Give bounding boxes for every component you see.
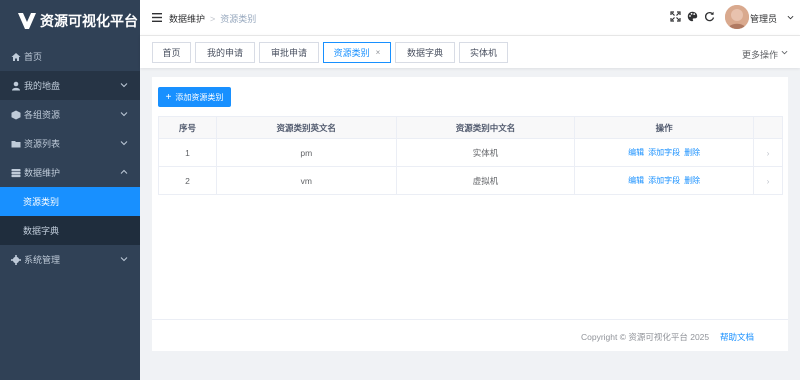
table-row: 2 vm 虚拟机 编辑 添加字段 删除 › <box>158 166 783 195</box>
sidebar-item-data-maintenance[interactable]: 数据维护 <box>0 158 140 187</box>
column-header: 序号 <box>158 116 217 139</box>
delete-link[interactable]: 删除 <box>684 176 700 185</box>
user-icon <box>12 81 20 90</box>
cell-english-name: vm <box>215 166 397 195</box>
column-header: 资源类别中文名 <box>395 116 576 139</box>
copyright-text: Copyright © 资源可视化平台 2025 <box>581 332 710 342</box>
tag-resource-category[interactable]: 资源类别 × <box>323 42 391 63</box>
column-header: 资源类别英文名 <box>215 116 397 139</box>
add-button-label: 添加资源类别 <box>175 92 224 102</box>
row-expand-icon[interactable]: › <box>753 166 783 195</box>
sidebar-item-home[interactable]: 首页 <box>0 42 140 71</box>
tag-physical-machine[interactable]: 实体机 <box>459 42 508 63</box>
chevron-down-icon[interactable] <box>781 49 788 56</box>
database-icon <box>11 168 21 177</box>
navbar-actions <box>670 11 715 22</box>
sidebar-item-label: 数据维护 <box>24 168 61 178</box>
tag-label: 资源类别 <box>333 48 370 58</box>
column-header: 操作 <box>574 116 755 139</box>
fullscreen-icon[interactable] <box>670 11 681 22</box>
add-field-link[interactable]: 添加字段 <box>648 176 680 185</box>
chevron-down-icon <box>120 141 128 146</box>
sidebar-item-system-management[interactable]: 系统管理 <box>0 245 140 274</box>
tag-label: 实体机 <box>469 48 497 58</box>
sidebar-item-my-space[interactable]: 我的地盘 <box>0 71 140 100</box>
avatar-image <box>725 5 749 29</box>
tag-close-icon[interactable]: × <box>376 48 381 57</box>
footer: Copyright © 资源可视化平台 2025 帮助文档 <box>152 319 788 351</box>
tag-label: 数据字典 <box>406 48 443 58</box>
cell-actions: 编辑 添加字段 删除 <box>574 166 755 195</box>
tag-my-applications[interactable]: 我的申请 <box>195 42 255 63</box>
home-icon <box>11 52 21 61</box>
column-header-empty <box>753 116 783 139</box>
cell-english-name: pm <box>215 138 397 167</box>
submenu-data-maintenance: 资源类别 数据字典 <box>0 187 140 245</box>
sidebar-item-resource-list[interactable]: 资源列表 <box>0 129 140 158</box>
table-row: 1 pm 实体机 编辑 添加字段 删除 › <box>158 138 783 167</box>
sidebar-item-label: 各组资源 <box>24 110 61 120</box>
cell-actions: 编辑 添加字段 删除 <box>574 138 755 167</box>
chevron-down-icon <box>120 112 128 117</box>
tag-data-dictionary[interactable]: 数据字典 <box>395 42 455 63</box>
logo[interactable]: 资源可视化平台 <box>0 0 140 42</box>
palette-icon[interactable] <box>687 11 698 22</box>
help-docs-link[interactable]: 帮助文档 <box>720 331 754 343</box>
cell-index: 1 <box>158 138 217 167</box>
edit-link[interactable]: 编辑 <box>628 176 644 185</box>
table-header-row: 序号 资源类别英文名 资源类别中文名 操作 <box>158 116 783 139</box>
chevron-down-icon <box>120 257 128 262</box>
gear-icon <box>11 254 21 265</box>
tag-home[interactable]: 首页 <box>152 42 191 63</box>
sidebar-subitem-label: 数据字典 <box>23 226 60 236</box>
edit-link[interactable]: 编辑 <box>628 148 644 157</box>
navbar: 数据维护 > 资源类别 管理员 <box>140 0 800 35</box>
plus-icon: + <box>165 91 172 103</box>
tag-approval-applications[interactable]: 审批申请 <box>259 42 319 63</box>
sidebar-item-label: 系统管理 <box>24 255 61 265</box>
avatar[interactable] <box>725 5 749 29</box>
sidebar-item-group-resources[interactable]: 各组资源 <box>0 100 140 129</box>
tag-label: 我的申请 <box>206 48 243 58</box>
breadcrumb-item[interactable]: 数据维护 <box>169 14 205 24</box>
more-operations[interactable]: 更多操作 <box>742 48 778 61</box>
user-name[interactable]: 管理员 <box>750 12 777 25</box>
cell-chinese-name: 实体机 <box>395 138 576 167</box>
cell-index: 2 <box>158 166 217 195</box>
breadcrumb: 数据维护 > 资源类别 <box>169 12 256 25</box>
add-resource-category-button[interactable]: + 添加资源类别 <box>158 87 231 107</box>
app-title: 资源可视化平台 <box>40 13 138 29</box>
delete-link[interactable]: 删除 <box>684 148 700 157</box>
folder-icon <box>11 140 21 147</box>
row-expand-icon[interactable]: › <box>753 138 783 167</box>
tags-view: 首页 我的申请 审批申请 资源类别 × 数据字典 实体机 更多操作 <box>140 35 800 68</box>
logo-v-icon <box>18 13 36 29</box>
sidebar-subitem-resource-category[interactable]: 资源类别 <box>0 187 140 216</box>
resource-category-table: 序号 资源类别英文名 资源类别中文名 操作 1 pm 实体机 编辑 添加字段 删除 … <box>158 116 783 195</box>
hamburger-icon[interactable] <box>152 13 162 22</box>
sidebar: 资源可视化平台 首页 我的地盘 各组资源 资源列表 数据维护 资源类别 数据字典… <box>0 0 140 380</box>
sidebar-subitem-data-dictionary[interactable]: 数据字典 <box>0 216 140 245</box>
breadcrumb-separator: > <box>210 14 216 24</box>
tag-label: 首页 <box>162 48 181 58</box>
refresh-icon[interactable] <box>704 11 715 22</box>
tag-label: 审批申请 <box>270 48 307 58</box>
add-field-link[interactable]: 添加字段 <box>648 148 680 157</box>
cube-icon <box>11 110 21 119</box>
sidebar-item-label: 资源列表 <box>24 139 61 149</box>
sidebar-subitem-label: 资源类别 <box>23 197 60 207</box>
chevron-up-icon <box>120 169 128 174</box>
main-card: + 添加资源类别 序号 资源类别英文名 资源类别中文名 操作 1 pm 实体机 … <box>152 77 788 351</box>
sidebar-item-label: 首页 <box>24 52 43 62</box>
chevron-down-icon <box>120 83 128 88</box>
chevron-down-icon[interactable] <box>787 14 794 21</box>
sidebar-item-label: 我的地盘 <box>24 81 61 91</box>
cell-chinese-name: 虚拟机 <box>395 166 576 195</box>
breadcrumb-current: 资源类别 <box>220 14 257 24</box>
